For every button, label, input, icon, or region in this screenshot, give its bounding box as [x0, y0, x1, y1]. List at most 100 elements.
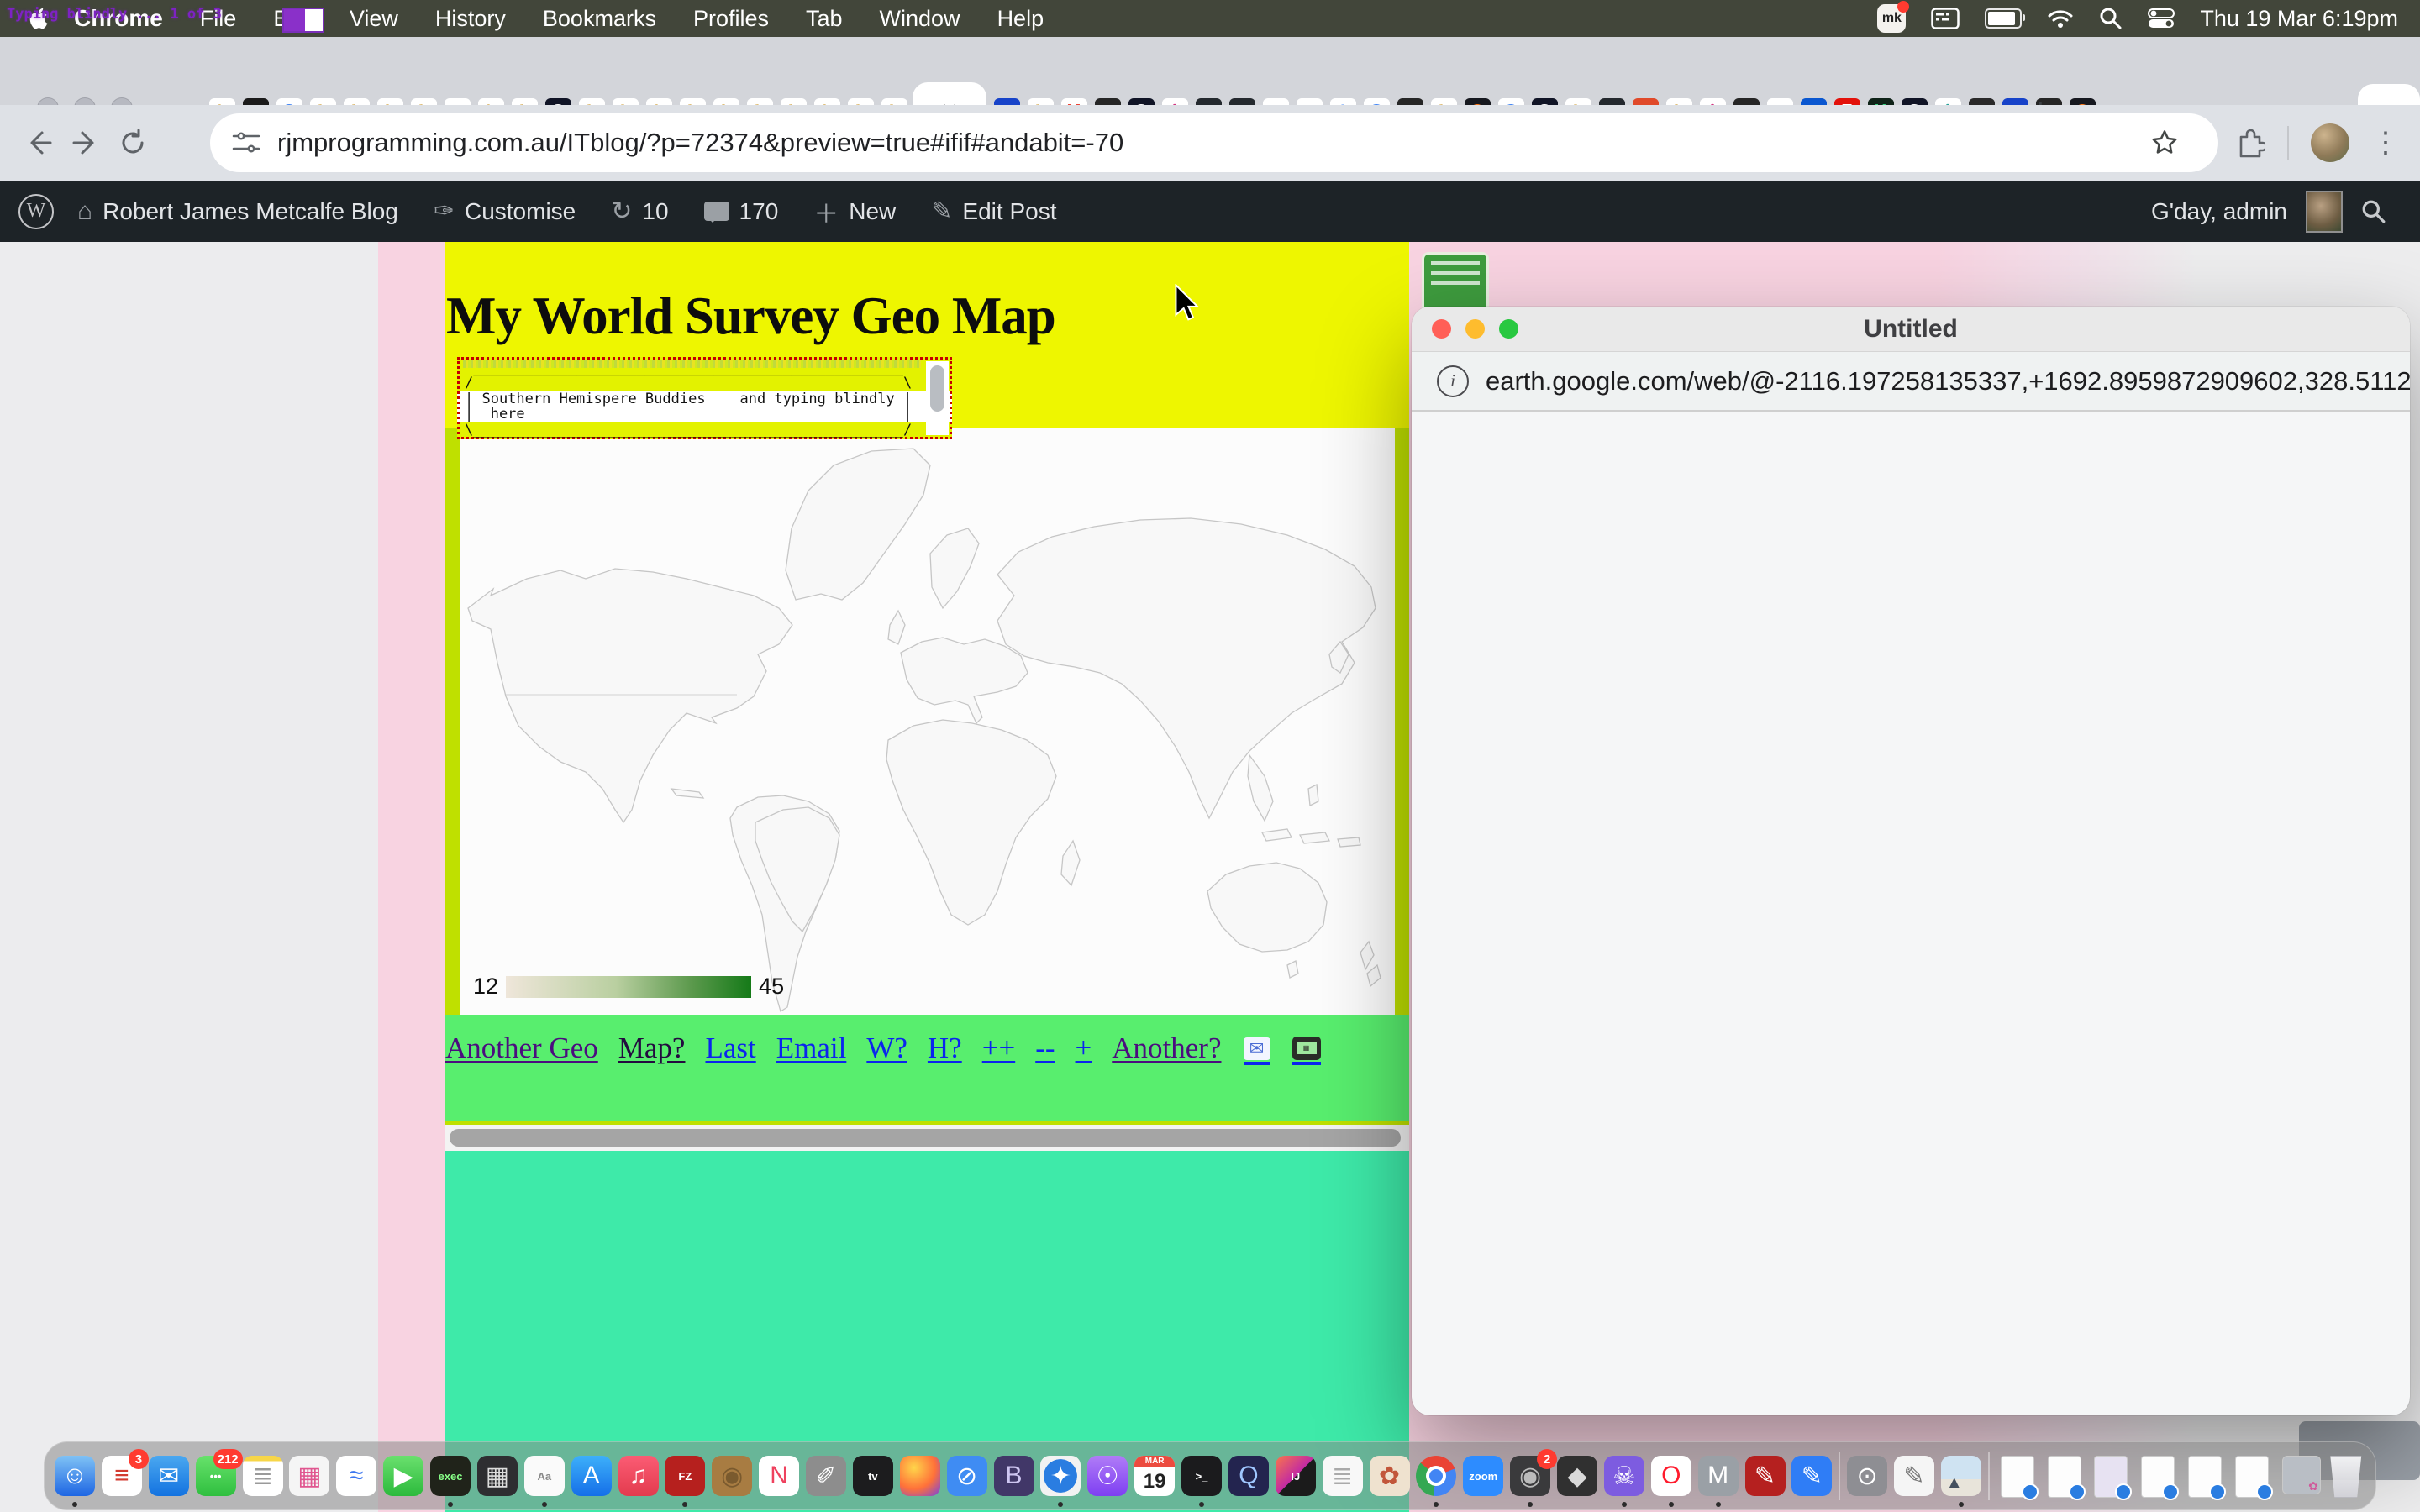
- document-dock-icon[interactable]: ≣: [1323, 1456, 1363, 1496]
- link-another[interactable]: Another?: [1112, 1032, 1221, 1065]
- link-link[interactable]: +: [1076, 1032, 1092, 1065]
- forward-button[interactable]: [62, 119, 109, 166]
- menu-item-help[interactable]: Help: [997, 6, 1044, 32]
- info-icon[interactable]: i: [1437, 365, 1469, 397]
- reload-button[interactable]: [109, 119, 156, 166]
- capture-app-dock-icon[interactable]: ◉2: [1510, 1456, 1550, 1496]
- wp-user-avatar[interactable]: [2306, 191, 2343, 233]
- photo-preview-dock-icon[interactable]: ▲: [1941, 1456, 1981, 1496]
- wp-search-icon[interactable]: [2361, 199, 2386, 224]
- keyboard-icon[interactable]: [1931, 8, 1960, 29]
- menu-item-tab[interactable]: Tab: [806, 6, 843, 32]
- menu-clock[interactable]: Thu 19 Mar 6:19pm: [2200, 6, 2398, 32]
- pager-link-icon[interactable]: ▦: [1292, 1037, 1321, 1065]
- notes-doc-dock-icon[interactable]: ✎: [1894, 1456, 1934, 1496]
- popup-close-button[interactable]: [1432, 319, 1451, 339]
- music-dock-icon[interactable]: ♫: [618, 1456, 659, 1496]
- spotlight-icon[interactable]: [2099, 7, 2123, 30]
- safari-dock-icon[interactable]: ✦: [1040, 1456, 1081, 1496]
- minimized-gray-dock-icon[interactable]: [2278, 1456, 2318, 1496]
- back-button[interactable]: [15, 119, 62, 166]
- wp-customise-link[interactable]: ✑Customise: [434, 197, 576, 226]
- chrome-menu-icon[interactable]: ⋮: [2371, 134, 2400, 151]
- textedit-dock-icon[interactable]: Aa: [524, 1456, 565, 1496]
- link-link[interactable]: ++: [982, 1032, 1015, 1065]
- reminders-dock-icon[interactable]: ≡3: [102, 1456, 142, 1496]
- minimized-window-dock-icon[interactable]: [2184, 1456, 2224, 1496]
- popup-url-bar[interactable]: i earth.google.com/web/@-2116.1972581353…: [1412, 352, 2410, 412]
- link-another-geo[interactable]: Another Geo: [445, 1032, 598, 1065]
- menu-item-window[interactable]: Window: [880, 6, 960, 32]
- apple-tv-dock-icon[interactable]: tv: [853, 1456, 893, 1496]
- extensions-puzzle-icon[interactable]: [2233, 127, 2265, 159]
- minimized-window-dock-icon[interactable]: [2137, 1456, 2177, 1496]
- bronze-app-dock-icon[interactable]: ◉: [712, 1456, 752, 1496]
- link-link[interactable]: --: [1035, 1032, 1055, 1065]
- menu-item-bookmarks[interactable]: Bookmarks: [543, 6, 656, 32]
- menu-item-profiles[interactable]: Profiles: [693, 6, 769, 32]
- minimized-window-dock-icon[interactable]: [2231, 1456, 2271, 1496]
- quicktime-dock-icon[interactable]: Q: [1228, 1456, 1269, 1496]
- game-app-dock-icon[interactable]: ☠: [1604, 1456, 1644, 1496]
- art-app-dock-icon[interactable]: ✿: [1370, 1456, 1410, 1496]
- firefox-dock-icon[interactable]: [900, 1456, 940, 1496]
- blue-editor-dock-icon[interactable]: ✎: [1791, 1456, 1832, 1496]
- exec-terminal-dock-icon[interactable]: exec: [430, 1456, 471, 1496]
- finder-dock-icon[interactable]: ☺: [55, 1456, 95, 1496]
- link-last[interactable]: Last: [705, 1032, 755, 1065]
- opera-dock-icon[interactable]: O: [1651, 1456, 1691, 1496]
- filezilla-dock-icon[interactable]: FZ: [665, 1456, 705, 1496]
- textarea-ascii-content[interactable]: ________________________________________…: [460, 360, 950, 438]
- messages-dock-icon[interactable]: •••212: [196, 1456, 236, 1496]
- mail-link-icon[interactable]: ✉: [1244, 1037, 1270, 1065]
- graph-app-dock-icon[interactable]: ≈: [336, 1456, 376, 1496]
- menu-item-history[interactable]: History: [435, 6, 506, 32]
- link-w[interactable]: W?: [866, 1032, 908, 1065]
- control-center-icon[interactable]: [2148, 8, 2175, 29]
- wp-new-link[interactable]: ＋New: [813, 193, 896, 230]
- scrollbar-thumb[interactable]: [930, 365, 944, 412]
- wp-edit-post-link[interactable]: ✎Edit Post: [931, 197, 1056, 226]
- earth-window-titlebar[interactable]: Untitled: [1412, 307, 2410, 352]
- bbedit-dock-icon[interactable]: B: [994, 1456, 1034, 1496]
- mk-menu-extra-icon[interactable]: mk: [1877, 4, 1906, 33]
- wp-updates-link[interactable]: ↻10: [611, 197, 668, 226]
- minimized-window-purple-dock-icon[interactable]: [2090, 1456, 2130, 1496]
- podcasts-dock-icon[interactable]: ☉: [1087, 1456, 1128, 1496]
- bookmark-star-icon[interactable]: [2149, 128, 2180, 158]
- popup-minimize-button[interactable]: [1465, 319, 1485, 339]
- horizontal-scrollbar-thumb[interactable]: [450, 1129, 1401, 1147]
- wifi-icon[interactable]: [2047, 8, 2074, 29]
- link-map[interactable]: Map?: [618, 1032, 686, 1065]
- intellij-dock-icon[interactable]: IJ: [1276, 1456, 1316, 1496]
- chrome-dock-icon[interactable]: [1416, 1456, 1456, 1496]
- trash-dock-icon[interactable]: [2325, 1456, 2365, 1496]
- inkscape-dock-icon[interactable]: ◆: [1557, 1456, 1597, 1496]
- link-h[interactable]: H?: [928, 1032, 962, 1065]
- calendar-dock-icon[interactable]: MAR19: [1134, 1456, 1175, 1496]
- news-dock-icon[interactable]: N: [759, 1456, 799, 1496]
- textarea-scrollbar[interactable]: [926, 361, 949, 435]
- gimp-dock-icon[interactable]: ✐: [806, 1456, 846, 1496]
- speech-bubble-textarea[interactable]: ________________________________________…: [457, 357, 952, 439]
- terminal-dock-icon[interactable]: >_: [1181, 1456, 1222, 1496]
- accessibility-dock-icon[interactable]: ⊙: [1847, 1456, 1887, 1496]
- url-text[interactable]: rjmprogramming.com.au/ITblog/?p=72374&pr…: [277, 128, 1123, 158]
- red-editor-dock-icon[interactable]: ✎: [1745, 1456, 1786, 1496]
- world-map[interactable]: [460, 428, 1395, 1015]
- omnibox[interactable]: rjmprogramming.com.au/ITblog/?p=72374&pr…: [210, 113, 2218, 172]
- link-email[interactable]: Email: [776, 1032, 847, 1065]
- notes-dock-icon[interactable]: ≣: [243, 1456, 283, 1496]
- site-settings-icon[interactable]: [232, 129, 260, 157]
- horizontal-scrollbar[interactable]: [445, 1125, 1409, 1151]
- wp-comments-link[interactable]: 170: [704, 198, 779, 225]
- minimized-doc-dock-icon[interactable]: [1996, 1456, 2037, 1496]
- minimized-window-dock-icon[interactable]: [2044, 1456, 2084, 1496]
- phone-mirroring-dock-icon[interactable]: ▦: [477, 1456, 518, 1496]
- profile-avatar[interactable]: [2311, 123, 2349, 162]
- facetime-dock-icon[interactable]: ▶: [383, 1456, 424, 1496]
- zoom-dock-icon[interactable]: zoom: [1463, 1456, 1503, 1496]
- popup-zoom-button[interactable]: [1499, 319, 1518, 339]
- wordpress-logo[interactable]: W: [18, 194, 54, 229]
- utility-app-dock-icon[interactable]: M: [1698, 1456, 1739, 1496]
